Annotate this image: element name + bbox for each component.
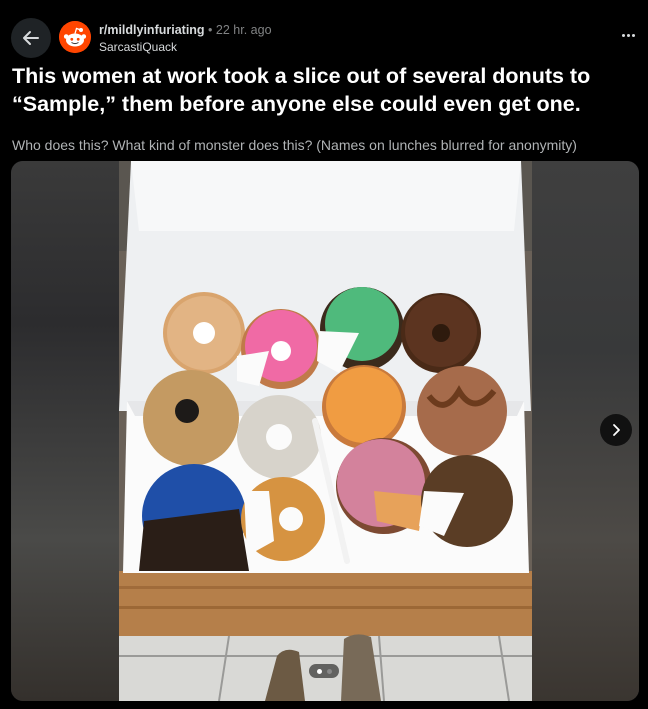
meta-separator: •	[208, 23, 213, 37]
subreddit-avatar[interactable]	[59, 21, 91, 53]
subreddit-link[interactable]: r/mildlyinfuriating	[99, 23, 205, 37]
back-button[interactable]	[11, 18, 51, 58]
gallery-image[interactable]	[119, 161, 532, 701]
more-horizontal-icon	[621, 33, 635, 37]
post-body: Who does this? What kind of monster does…	[12, 137, 577, 153]
media-gallery[interactable]	[11, 161, 639, 701]
pagination-dot-2[interactable]	[326, 668, 332, 674]
post-title[interactable]: This women at work took a slice out of s…	[12, 62, 638, 118]
pagination-dot-1[interactable]	[316, 668, 322, 674]
gallery-pagination	[309, 664, 339, 678]
more-options-button[interactable]	[618, 28, 638, 42]
blurred-backdrop-left	[11, 161, 119, 701]
post-time: 22 hr. ago	[215, 23, 272, 37]
chevron-right-icon	[613, 424, 620, 436]
reddit-snoo-avatar	[59, 21, 91, 53]
author-link[interactable]: SarcastiQuack	[99, 39, 272, 56]
arrow-left-icon	[23, 31, 39, 45]
next-image-button[interactable]	[600, 414, 632, 446]
post-meta: r/mildlyinfuriating • 22 hr. ago Sarcast…	[99, 22, 272, 56]
